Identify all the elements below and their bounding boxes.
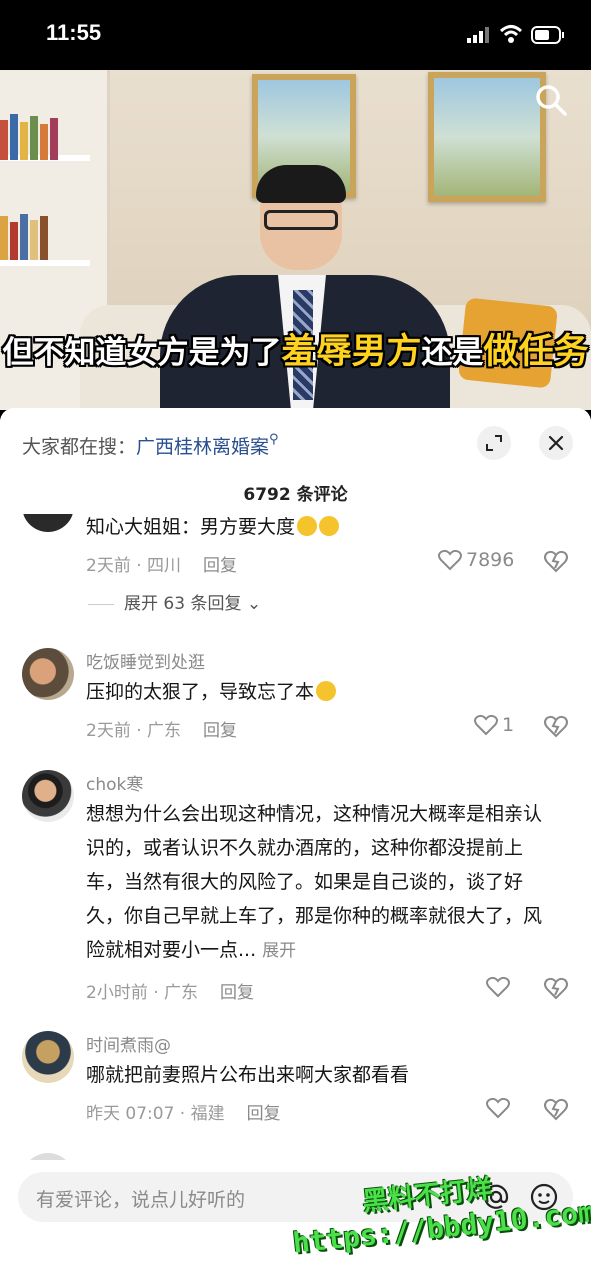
close-button[interactable] (539, 426, 573, 460)
heart-icon (474, 714, 498, 736)
sheet-header: 大家都在搜：广西桂林离婚案⚲ 6792 条评论 (0, 408, 591, 514)
comment-username[interactable]: 吃饭睡觉到处逛 (86, 648, 205, 673)
avatar[interactable] (22, 770, 74, 822)
hot-search-term[interactable]: 广西桂林离婚案 (136, 436, 269, 458)
dislike-icon[interactable] (543, 1097, 569, 1121)
video-subtitle: 但不知道女方是为了羞辱男方还是做任务 (0, 323, 591, 374)
comment-username[interactable]: chok寒 (86, 770, 143, 795)
expand-text-button[interactable]: 展开 (262, 941, 296, 961)
expand-button[interactable] (477, 426, 511, 460)
expand-icon (486, 435, 502, 451)
comment-meta: 2小时前 · 广东 回复 (86, 978, 254, 1003)
comment-input[interactable]: 有爱评论，说点儿好听的 (18, 1172, 573, 1222)
comment-text: 知心大姐姐：男方要大度 (86, 510, 556, 544)
subtitle-highlight2: 做任务 (483, 332, 589, 372)
hot-search[interactable]: 大家都在搜：广西桂林离婚案⚲ (22, 432, 279, 459)
close-icon (548, 435, 564, 451)
like-button[interactable] (486, 976, 514, 998)
subtitle-part1: 但不知道女方是为了 (2, 335, 282, 371)
expand-replies-label: 展开 63 条回复 (124, 594, 242, 614)
comment-time-location: 2天前 · 广东 (86, 721, 182, 741)
dislike-icon[interactable] (543, 976, 569, 1000)
video-player[interactable]: 但不知道女方是为了羞辱男方还是做任务 (0, 70, 591, 410)
like-button[interactable]: 1 (474, 714, 514, 736)
at-mention-icon[interactable] (483, 1184, 509, 1210)
comment-time-location: 昨天 07:07 · 福建 (86, 1104, 225, 1124)
like-count: 1 (502, 714, 515, 736)
comment-text: 想想为什么会出现这种情况，这种情况大概率是相亲认识的，或者认识不久就办酒席的，这… (86, 803, 543, 961)
subtitle-highlight1: 羞辱男方 (281, 332, 422, 372)
dislike-icon[interactable] (543, 549, 569, 573)
expand-replies-button[interactable]: 展开 63 条回复 ⌄ (88, 589, 261, 614)
heart-icon (486, 1097, 510, 1119)
comment-meta: 2天前 · 四川 回复 (86, 551, 237, 576)
hot-search-label: 大家都在搜： (22, 436, 137, 458)
comment-input-bar: 有爱评论，说点儿好听的 (0, 1160, 591, 1280)
comment-username[interactable]: 时间煮雨@ (86, 1031, 171, 1056)
comment-text: 哪就把前妻照片公布出来啊大家都看看 (86, 1064, 410, 1086)
status-bar: 11:55 (0, 0, 591, 70)
comment-time-location: 2天前 · 四川 (86, 556, 182, 576)
comment-meta: 昨天 07:07 · 福建 回复 (86, 1099, 281, 1124)
search-icon[interactable] (533, 82, 569, 118)
emoji-icon (316, 681, 337, 701)
emoji-icon (297, 516, 318, 536)
small-search-icon: ⚲ (269, 432, 279, 447)
chevron-down-icon: ⌄ (246, 594, 262, 614)
comment-count: 6792 条评论 (243, 485, 348, 505)
like-button[interactable]: 7896 (438, 549, 514, 571)
wifi-icon (499, 25, 523, 43)
comment-time-location: 2小时前 · 广东 (86, 983, 199, 1003)
battery-icon (531, 26, 564, 44)
status-time: 11:55 (46, 20, 102, 45)
cellular-signal-icon (467, 27, 489, 43)
heart-icon (438, 549, 462, 571)
avatar[interactable] (22, 648, 74, 700)
like-button[interactable] (486, 1097, 514, 1119)
comment-meta: 2天前 · 广东 回复 (86, 716, 237, 741)
like-count: 7896 (466, 549, 515, 571)
heart-icon (486, 976, 510, 998)
comment-input-placeholder: 有爱评论，说点儿好听的 (36, 1189, 246, 1211)
dislike-icon[interactable] (543, 714, 569, 738)
comment-text: 压抑的太狠了，导致忘了本 (86, 675, 556, 709)
reply-button[interactable]: 回复 (203, 721, 237, 741)
emoji-icon (319, 516, 340, 536)
emoji-icon[interactable] (529, 1182, 559, 1212)
reply-button[interactable]: 回复 (203, 556, 237, 576)
reply-button[interactable]: 回复 (220, 983, 254, 1003)
subtitle-part2: 还是 (421, 335, 484, 371)
reply-button[interactable]: 回复 (247, 1104, 281, 1124)
avatar[interactable] (22, 1031, 74, 1083)
comments-sheet: 大家都在搜：广西桂林离婚案⚲ 6792 条评论 知心大姐姐：男方要大度 2天前 … (0, 408, 591, 1280)
